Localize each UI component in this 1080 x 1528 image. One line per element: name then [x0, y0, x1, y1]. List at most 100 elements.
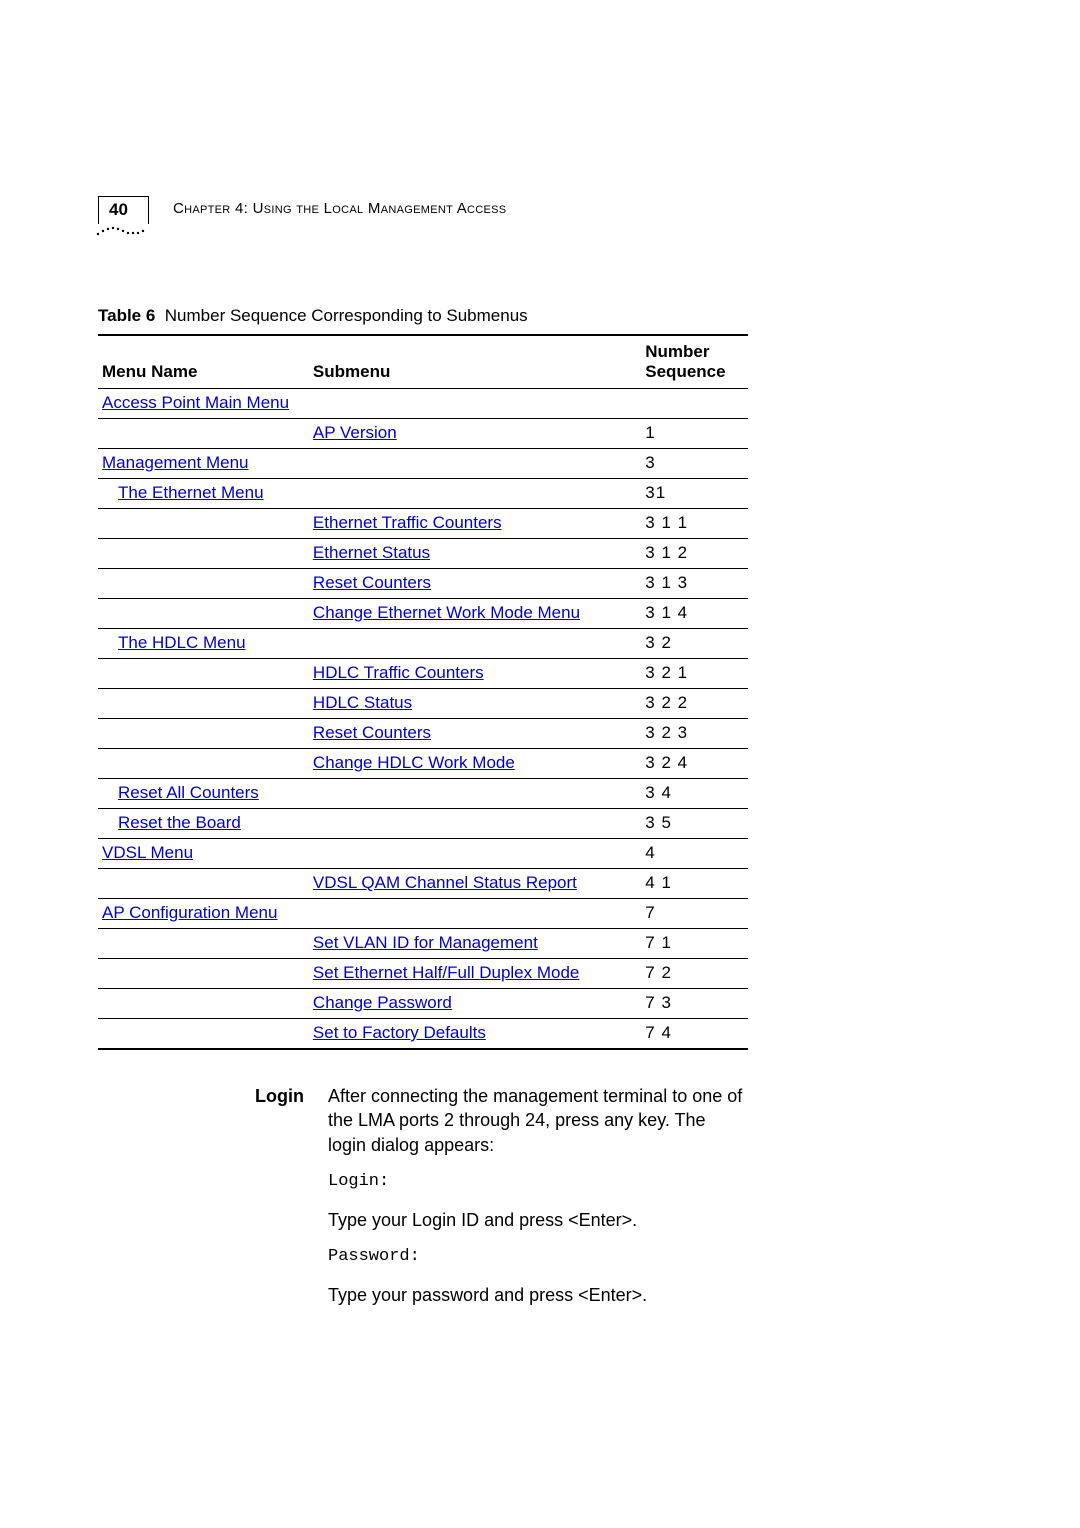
cell-sequence: 3 4 [641, 779, 748, 809]
table-row: VDSL QAM Channel Status Report 4 1 [98, 869, 748, 899]
col-number-sequence: NumberSequence [641, 335, 748, 389]
cell-sequence: 3 2 3 [641, 719, 748, 749]
cell-menu-name [98, 959, 309, 989]
cell-submenu: AP Version [309, 419, 641, 449]
submenu-link[interactable]: VDSL QAM Channel Status Report [313, 873, 577, 892]
page-number: 40 [98, 196, 149, 224]
cell-sequence: 3 2 [641, 629, 748, 659]
table-row: HDLC Traffic Counters3 2 1 [98, 659, 748, 689]
cell-submenu: Ethernet Traffic Counters [309, 509, 641, 539]
paragraph: Type your password and press <Enter>. [328, 1283, 748, 1307]
cell-menu-name [98, 719, 309, 749]
table-row: Set Ethernet Half/Full Duplex Mode 7 2 [98, 959, 748, 989]
cell-menu-name: Reset the Board [98, 809, 309, 839]
col-menu-name: Menu Name [98, 335, 309, 389]
cell-menu-name [98, 419, 309, 449]
cell-submenu [309, 839, 641, 869]
cell-menu-name: AP Configuration Menu [98, 899, 309, 929]
submenu-link[interactable]: HDLC Traffic Counters [313, 663, 484, 682]
cell-menu-name [98, 929, 309, 959]
table-row: Ethernet Traffic Counters 3 1 1 [98, 509, 748, 539]
cell-menu-name [98, 569, 309, 599]
cell-menu-name: VDSL Menu [98, 839, 309, 869]
cell-sequence: 3 2 2 [641, 689, 748, 719]
page-header: 40 Chapter 4: Using the Local Management… [98, 196, 748, 242]
cell-sequence: 3 2 4 [641, 749, 748, 779]
cell-submenu: Set VLAN ID for Management [309, 929, 641, 959]
cell-sequence: 3 5 [641, 809, 748, 839]
submenu-link[interactable]: Change HDLC Work Mode [313, 753, 515, 772]
cell-submenu: Reset Counters [309, 569, 641, 599]
submenu-link[interactable]: Ethernet Traffic Counters [313, 513, 502, 532]
cell-menu-name [98, 989, 309, 1019]
cell-submenu: Change HDLC Work Mode [309, 749, 641, 779]
submenu-link[interactable]: Change Ethernet Work Mode Menu [313, 603, 580, 622]
table-row: Set to Factory Defaults7 4 [98, 1019, 748, 1050]
chapter-title: Chapter 4: Using the Local Management Ac… [173, 200, 506, 217]
submenu-link[interactable]: Change Password [313, 993, 452, 1012]
submenu-link[interactable]: Reset Counters [313, 573, 431, 592]
table-row: Ethernet Status3 1 2 [98, 539, 748, 569]
paragraph: After connecting the management terminal… [328, 1084, 748, 1157]
cell-sequence [641, 389, 748, 419]
cell-sequence: 7 1 [641, 929, 748, 959]
cell-submenu [309, 809, 641, 839]
table-row: The HDLC Menu 3 2 [98, 629, 748, 659]
cell-submenu [309, 899, 641, 929]
cell-sequence: 3 1 1 [641, 509, 748, 539]
submenu-link[interactable]: Set Ethernet Half/Full Duplex Mode [313, 963, 579, 982]
cell-sequence: 1 [641, 419, 748, 449]
cell-sequence: 4 [641, 839, 748, 869]
submenu-link[interactable]: Reset Counters [313, 723, 431, 742]
cell-submenu: Change Ethernet Work Mode Menu [309, 599, 641, 629]
menu-link[interactable]: Reset All Counters [102, 783, 259, 803]
section-heading-login: Login [98, 1084, 328, 1321]
menu-link[interactable]: Access Point Main Menu [102, 393, 289, 412]
table-caption: Table 6 Number Sequence Corresponding to… [98, 306, 748, 326]
menu-link[interactable]: The Ethernet Menu [102, 483, 264, 503]
cell-submenu [309, 629, 641, 659]
submenu-link[interactable]: Ethernet Status [313, 543, 430, 562]
dots-decoration [95, 223, 149, 237]
table-row: Reset the Board 3 5 [98, 809, 748, 839]
cell-sequence: 4 1 [641, 869, 748, 899]
table-title: Number Sequence Corresponding to Submenu… [165, 306, 528, 325]
table-row: The Ethernet Menu31 [98, 479, 748, 509]
cell-submenu [309, 449, 641, 479]
submenu-link[interactable]: Set VLAN ID for Management [313, 933, 538, 952]
cell-menu-name [98, 689, 309, 719]
cell-menu-name: The HDLC Menu [98, 629, 309, 659]
submenu-link[interactable]: AP Version [313, 423, 397, 442]
table-row: Change HDLC Work Mode 3 2 4 [98, 749, 748, 779]
menu-link[interactable]: AP Configuration Menu [102, 903, 277, 922]
menu-link[interactable]: VDSL Menu [102, 843, 193, 862]
cell-submenu: Set Ethernet Half/Full Duplex Mode [309, 959, 641, 989]
section-body: After connecting the management terminal… [328, 1084, 748, 1321]
menu-link[interactable]: Reset the Board [102, 813, 241, 833]
cell-menu-name [98, 659, 309, 689]
cell-sequence: 7 2 [641, 959, 748, 989]
table-header-row: Menu Name Submenu NumberSequence [98, 335, 748, 389]
table-row: VDSL Menu 4 [98, 839, 748, 869]
cell-menu-name: Reset All Counters [98, 779, 309, 809]
submenu-link[interactable]: Set to Factory Defaults [313, 1023, 486, 1042]
col-submenu: Submenu [309, 335, 641, 389]
menu-link[interactable]: Management Menu [102, 453, 248, 472]
cell-submenu: Change Password [309, 989, 641, 1019]
submenu-link[interactable]: HDLC Status [313, 693, 412, 712]
paragraph: Type your Login ID and press <Enter>. [328, 1208, 748, 1232]
cell-submenu: Ethernet Status [309, 539, 641, 569]
submenu-table: Menu Name Submenu NumberSequence Access … [98, 334, 748, 1050]
document-page: 40 Chapter 4: Using the Local Management… [98, 196, 748, 1321]
code-password-prompt: Password: [328, 1246, 748, 1269]
cell-submenu: VDSL QAM Channel Status Report [309, 869, 641, 899]
cell-menu-name [98, 869, 309, 899]
cell-menu-name: Management Menu [98, 449, 309, 479]
table-row: Set VLAN ID for Management 7 1 [98, 929, 748, 959]
cell-menu-name [98, 539, 309, 569]
code-login-prompt: Login: [328, 1171, 748, 1194]
menu-link[interactable]: The HDLC Menu [102, 633, 246, 653]
cell-submenu [309, 779, 641, 809]
cell-sequence: 7 [641, 899, 748, 929]
table-row: Access Point Main Menu [98, 389, 748, 419]
